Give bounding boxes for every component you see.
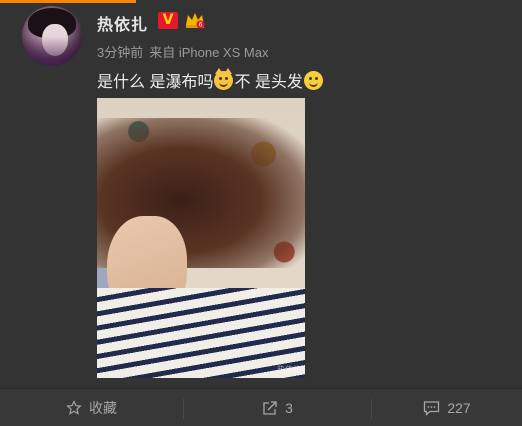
post-time[interactable]: 3分钟前 bbox=[97, 45, 143, 60]
svg-text:6: 6 bbox=[199, 22, 203, 29]
member-crown-icon[interactable]: 6 bbox=[184, 10, 206, 30]
top-accent-bar bbox=[0, 0, 136, 3]
post-text-part-1: 是什么 是瀑布吗 bbox=[97, 74, 214, 91]
post-text: 是什么 是瀑布吗 不 是头发 bbox=[97, 67, 324, 92]
post-source[interactable]: 来自 iPhone XS Max bbox=[149, 45, 268, 60]
smile-emoji-icon bbox=[303, 70, 323, 90]
comment-count: 227 bbox=[447, 399, 471, 416]
share-count: 3 bbox=[285, 399, 293, 416]
post-text-part-2: 不 是头发 bbox=[234, 74, 303, 91]
favorite-label: 收藏 bbox=[89, 399, 117, 416]
action-bar: 收藏 3 227 bbox=[0, 388, 522, 426]
verified-badge-icon[interactable]: V bbox=[158, 12, 178, 29]
favorite-button[interactable]: 收藏 bbox=[0, 389, 183, 426]
comment-icon bbox=[424, 400, 440, 416]
share-button[interactable]: 3 bbox=[184, 389, 371, 426]
share-icon bbox=[263, 400, 277, 415]
post-photo[interactable]: 热依扎 bbox=[97, 98, 305, 378]
star-icon bbox=[66, 399, 82, 415]
photo-watermark: 热依扎 bbox=[277, 365, 301, 374]
post-meta: 3分钟前 来自 iPhone XS Max bbox=[97, 42, 274, 61]
avatar[interactable] bbox=[22, 6, 82, 66]
comment-button[interactable]: 227 bbox=[372, 389, 522, 426]
username[interactable]: 热依扎 bbox=[97, 11, 148, 35]
cat-face-emoji-icon bbox=[214, 67, 234, 90]
